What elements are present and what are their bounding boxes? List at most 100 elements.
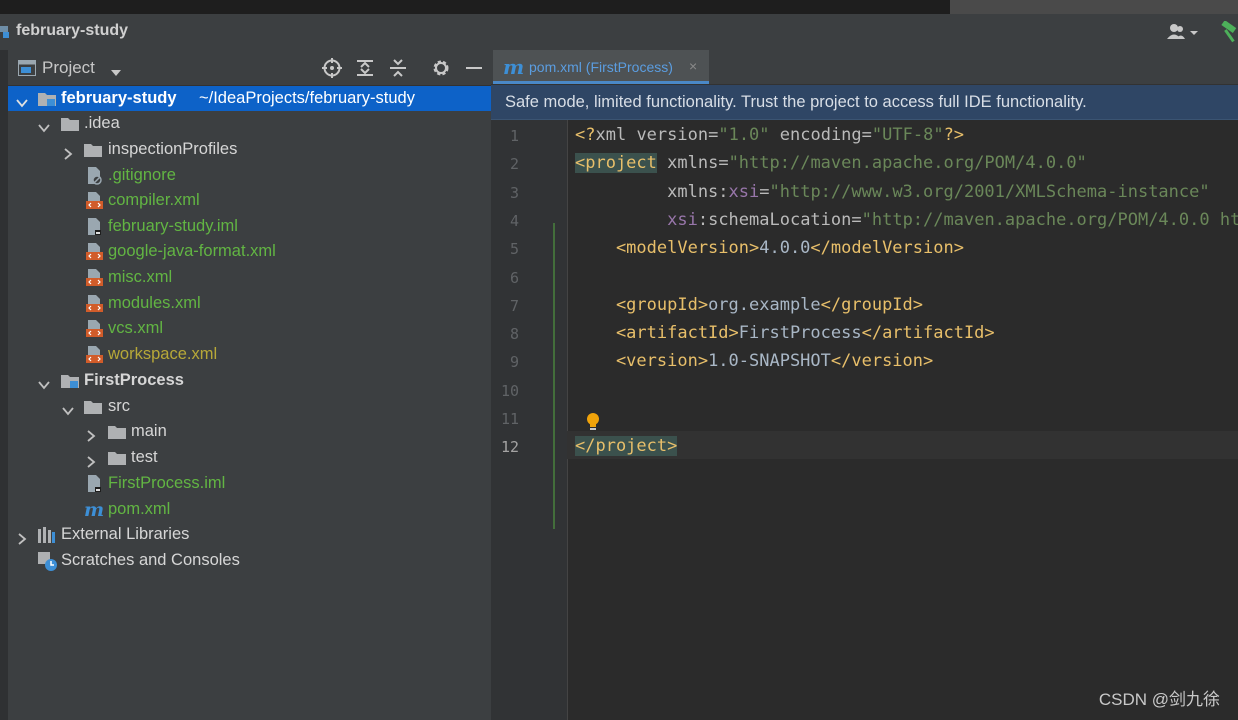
tree-item-external-libraries[interactable]: External Libraries (8, 522, 491, 547)
watermark: CSDN @剑九徐 (1098, 690, 1220, 709)
tree-item-src[interactable]: src (8, 394, 491, 419)
line-number: 7 (509, 296, 519, 315)
code-line: <artifactId>FirstProcess</artifactId> (575, 319, 995, 347)
tree-item-february-study[interactable]: february-study ~/IdeaProjects/february-s… (8, 86, 491, 111)
editor-area: m pom.xml (FirstProcess) × Safe mode, li… (491, 50, 1238, 720)
build-hammer-icon[interactable] (1218, 20, 1238, 48)
editor-tab-bar: m pom.xml (FirstProcess) × (491, 50, 1238, 85)
vcs-change-marker (553, 223, 555, 529)
tree-item-label: .idea (84, 114, 120, 132)
tree-item-compiler-xml[interactable]: compiler.xml (8, 188, 491, 213)
tree-item-path: ~/IdeaProjects/february-study (199, 89, 415, 107)
code-token: ?> (943, 125, 965, 145)
code-token: :schemaLocation (697, 209, 852, 230)
tree-item-test[interactable]: test (8, 445, 491, 470)
project-icon (0, 25, 10, 39)
code-token: = (851, 209, 862, 230)
line-number: 1 (509, 127, 519, 145)
tree-item-label: pom.xml (108, 500, 171, 518)
tree-item-label: misc.xml (108, 268, 173, 286)
code-token: xml (595, 125, 637, 145)
title-bar: february-study (0, 14, 1238, 51)
banner-text: Safe mode, limited functionality. Trust … (505, 93, 1087, 111)
expand-all-icon[interactable] (354, 58, 376, 78)
tree-item-label: vcs.xml (108, 319, 163, 337)
code-line: <version>1.0-SNAPSHOT</version> (575, 347, 933, 375)
code-area[interactable]: <?xml version="1.0" encoding="UTF-8"?> <p… (567, 120, 1238, 720)
code-token: <groupId> (575, 294, 709, 315)
tree-item-inspectionprofiles[interactable]: inspectionProfiles (8, 137, 491, 162)
project-tool-window: Project february-study ~/IdeaProjects/fe… (0, 50, 491, 720)
tree-item-firstprocess-iml[interactable]: FirstProcess.iml (8, 471, 491, 496)
tree-item-pom-xml[interactable]: m pom.xml (8, 497, 491, 522)
code-line: <groupId>org.example</groupId> (575, 291, 923, 319)
tree-item-label: FirstProcess (84, 371, 184, 389)
tree-item-february-study-iml[interactable]: february-study.iml (8, 214, 491, 239)
locate-file-icon[interactable] (321, 58, 343, 78)
code-line: <modelVersion>4.0.0</modelVersion> (575, 234, 964, 262)
tree-item-misc-xml[interactable]: misc.xml (8, 265, 491, 290)
hide-panel-icon[interactable] (463, 58, 485, 78)
code-token: "http://maven.apache.org/POM/4.0.0 ht (861, 209, 1238, 230)
code-token: </artifactId> (861, 323, 995, 344)
code-token: "http://maven.apache.org/POM/4.0.0" (728, 153, 1087, 174)
tree-item-scratches[interactable]: Scratches and Consoles (8, 548, 491, 573)
tree-item-label: google-java-format.xml (108, 242, 276, 260)
tree-item-label: test (131, 448, 158, 466)
tree-item-label: modules.xml (108, 294, 201, 312)
code-token: = (718, 153, 729, 174)
tree-item-modules-xml[interactable]: modules.xml (8, 291, 491, 316)
code-line: </project> (575, 432, 678, 460)
tree-item-workspace-xml[interactable]: workspace.xml (8, 342, 491, 367)
code-token: xsi (728, 181, 760, 202)
code-token: xsi (667, 209, 698, 230)
code-token: "UTF-8" (871, 125, 944, 145)
line-number: 8 (509, 325, 519, 344)
line-number: 3 (509, 183, 519, 202)
maven-icon: m (84, 499, 105, 521)
code-token: <? (575, 125, 596, 145)
line-number: 2 (509, 155, 519, 174)
gear-icon[interactable] (430, 58, 452, 78)
tree-item-idea[interactable]: .idea (8, 111, 491, 136)
safe-mode-banner[interactable]: Safe mode, limited functionality. Trust … (491, 85, 1238, 120)
tab-pom-xml[interactable]: m pom.xml (FirstProcess) × (493, 50, 709, 84)
code-line: <project xmlns="http://maven.apache.org/… (575, 149, 1087, 177)
tool-window-stripe (0, 50, 8, 720)
line-number: 9 (509, 353, 519, 372)
tab-label: pom.xml (FirstProcess) (529, 59, 673, 75)
code-token: FirstProcess (738, 323, 862, 344)
line-number: 5 (509, 240, 519, 259)
code-token: 4.0.0 (759, 238, 811, 259)
close-icon[interactable]: × (689, 58, 697, 74)
code-token: "1.0" (718, 125, 770, 145)
tree-item-label: External Libraries (61, 525, 190, 543)
code-token: = (759, 181, 770, 202)
code-token: <artifactId> (575, 323, 739, 344)
code-line: xmlns:xsi="http://www.w3.org/2001/XMLSch… (575, 178, 1210, 206)
tree-item-main[interactable]: main (8, 419, 491, 444)
code-token: org.example (708, 294, 821, 315)
collapse-all-icon[interactable] (387, 58, 409, 78)
tree-item-google-java-format-xml[interactable]: google-java-format.xml (8, 239, 491, 264)
tree-item-label: february-study (61, 89, 177, 107)
chevron-down-icon[interactable] (110, 64, 122, 82)
top-strip (0, 0, 1238, 14)
scratches-icon (38, 552, 58, 580)
tree-item-label: workspace.xml (108, 345, 218, 363)
tree-item-label: february-study.iml (108, 217, 238, 235)
project-view-dropdown[interactable]: Project (42, 58, 95, 78)
line-number: 12 (500, 438, 519, 457)
tree-item-vcs-xml[interactable]: vcs.xml (8, 316, 491, 341)
tree-item-firstprocess[interactable]: FirstProcess (8, 368, 491, 393)
user-icon[interactable] (1166, 23, 1200, 46)
line-number: 10 (500, 381, 519, 400)
code-token: </modelVersion> (810, 238, 964, 259)
tree-item-gitignore[interactable]: .gitignore (8, 163, 491, 188)
tree-item-label: FirstProcess.iml (108, 474, 226, 492)
code-line: <?xml version="1.0" encoding="UTF-8"?> (575, 121, 964, 149)
tree-item-label: .gitignore (108, 166, 176, 184)
code-token: <version> (575, 351, 709, 372)
maven-icon: m (503, 55, 525, 79)
